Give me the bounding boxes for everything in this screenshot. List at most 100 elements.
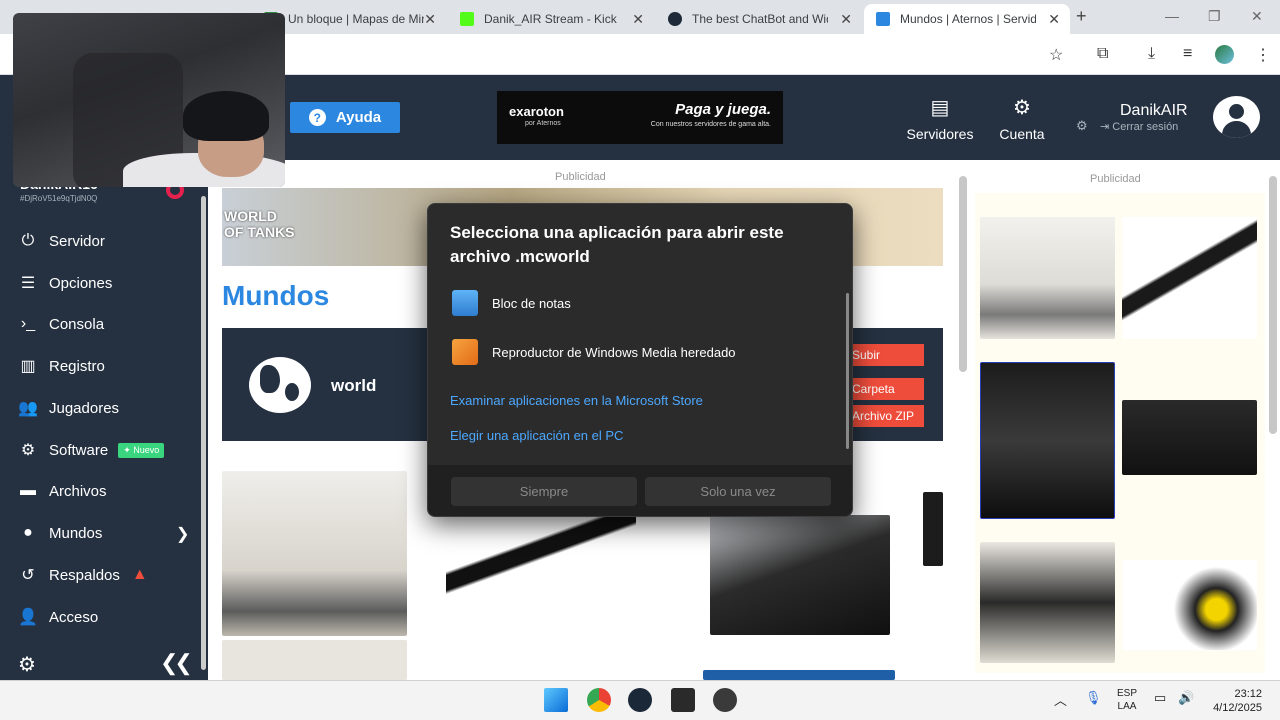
settings-gear-icon[interactable]: ⚙ — [1076, 118, 1088, 134]
sidebar-item-consola[interactable]: ›_ Consola — [18, 311, 104, 337]
tab-kick-stream[interactable]: Danik_AIR Stream - Kick ✕ — [448, 4, 654, 34]
sidebar-item-opciones[interactable]: ☰ Opciones — [18, 270, 113, 296]
app-option-label: Reproductor de Windows Media heredado — [492, 344, 736, 360]
tab-chatbot[interactable]: The best ChatBot and Widg ✕ — [656, 4, 862, 34]
zip-button[interactable]: Archivo ZIP — [852, 405, 924, 427]
nav-servers-label: Servidores — [906, 126, 974, 142]
ad-product-office-chair[interactable] — [980, 542, 1115, 663]
restore-icon[interactable]: ❐ — [1208, 8, 1221, 25]
microsoft-store-link[interactable]: Examinar aplicaciones en la Microsoft St… — [450, 393, 703, 408]
sidebar-item-servidor[interactable]: ⏻ Servidor — [18, 228, 105, 254]
sidebar-item-registro[interactable]: ▥ Registro — [18, 353, 105, 379]
browser-menu-icon[interactable]: ⋮ — [1255, 45, 1271, 65]
logout-link[interactable]: ⇥ Cerrar sesión — [1100, 120, 1178, 133]
ad-product-zowie-monitor[interactable] — [1122, 400, 1257, 475]
sidebar-item-label: Registro — [49, 357, 105, 375]
dialog-title: Selecciona una aplicación para abrir est… — [450, 223, 784, 266]
user-avatar[interactable] — [1213, 96, 1260, 138]
main-scrollbar[interactable] — [959, 176, 967, 372]
help-button[interactable]: ? Ayuda — [290, 102, 400, 133]
banner-brand-sub: por Aternos — [525, 120, 561, 127]
app-option-notepad[interactable]: Bloc de notas — [452, 289, 571, 317]
profile-avatar[interactable] — [1215, 45, 1234, 64]
ad-product-z-desk[interactable] — [1122, 217, 1257, 339]
servers-icon: ▤ — [930, 97, 950, 119]
network-icon[interactable]: ▭ — [1154, 690, 1166, 706]
dialog-scrollbar[interactable] — [846, 293, 849, 449]
new-badge-label: Nuevo — [133, 444, 160, 455]
minimize-icon[interactable]: — — [1165, 8, 1179, 24]
ad-product-edge[interactable] — [923, 492, 943, 566]
globe-icon: ● — [23, 524, 33, 541]
tab-close-icon[interactable]: ✕ — [840, 11, 852, 28]
sidebar-item-jugadores[interactable]: 👥 Jugadores — [18, 395, 119, 421]
power-icon: ⏻ — [21, 232, 35, 249]
software-icon: ⚙ — [20, 442, 36, 459]
new-tab-button[interactable]: + — [1076, 6, 1087, 27]
world-of-tanks-logo: WORLD OF TANKS — [224, 208, 295, 240]
sidebar-settings-gear-icon[interactable]: ⚙ — [18, 652, 36, 677]
steam-icon[interactable] — [628, 688, 652, 712]
always-button[interactable]: Siempre — [451, 477, 637, 506]
folder-button[interactable]: Carpeta — [852, 378, 924, 400]
sidebar-item-respaldos[interactable]: ↺ Respaldos ▲ — [18, 562, 147, 588]
ad-product-asus-gpu[interactable] — [980, 362, 1115, 519]
log-icon: ▥ — [20, 358, 36, 375]
sidebar-item-mundos[interactable]: ● Mundos — [18, 520, 102, 546]
ad-product-desk[interactable] — [222, 471, 407, 636]
language-indicator[interactable]: ESP LAA — [1117, 687, 1137, 713]
media-control-icon[interactable]: ≡ — [1183, 45, 1192, 63]
ad-product-monitor[interactable] — [703, 670, 895, 680]
chrome-icon[interactable] — [587, 688, 611, 712]
tab-close-icon[interactable]: ✕ — [632, 11, 644, 28]
epic-games-icon[interactable] — [671, 688, 695, 712]
upload-button[interactable]: Subir — [852, 344, 924, 366]
collapse-sidebar-icon[interactable]: ❮❮ — [160, 650, 193, 676]
help-button-label: Ayuda — [335, 109, 382, 126]
page-scrollbar[interactable] — [1269, 176, 1277, 434]
choose-app-link[interactable]: Elegir una aplicación en el PC — [450, 428, 623, 443]
sidebar-item-label: Mundos — [49, 524, 103, 542]
ad-product-earphones[interactable] — [1122, 560, 1257, 650]
just-once-button[interactable]: Solo una vez — [645, 477, 831, 506]
sidebar-item-label: Software — [49, 441, 109, 459]
sidebar-item-archivos[interactable]: ▬ Archivos — [18, 478, 107, 504]
tab-close-icon[interactable]: ✕ — [1048, 11, 1060, 28]
page-title: Mundos — [222, 280, 330, 311]
ad-label: Publicidad — [555, 171, 606, 183]
lang-top: ESP — [1117, 688, 1138, 699]
app-option-media-player[interactable]: Reproductor de Windows Media heredado — [452, 338, 736, 366]
chevron-right-icon[interactable]: ❯ — [176, 524, 189, 544]
tab-aternos-worlds[interactable]: Mundos | Aternos | Servido ✕ — [864, 4, 1070, 34]
sidebar-scrollbar[interactable] — [201, 196, 206, 670]
nav-account[interactable]: ⚙ Cuenta — [982, 95, 1062, 142]
kick-favicon-icon — [460, 12, 474, 26]
ad-product-desk-2[interactable] — [222, 640, 407, 680]
globe-land — [285, 383, 299, 401]
microphone-icon[interactable]: 🎙 — [1085, 690, 1102, 706]
ad-product-graphics-card[interactable] — [710, 515, 890, 635]
sidebar-item-label: Opciones — [49, 274, 113, 292]
ad-product-gaming-desk[interactable] — [446, 515, 636, 635]
tab-title: Mundos | Aternos | Servido — [900, 12, 1036, 26]
system-clock[interactable]: 23:12 4/12/2025 — [1206, 687, 1262, 715]
exaroton-ad-banner[interactable]: exaroton por Aternos Paga y juega. Con n… — [497, 91, 783, 144]
tab-close-icon[interactable]: ✕ — [424, 11, 436, 28]
extensions-icon[interactable]: ⧉ — [1097, 45, 1108, 63]
windows-start-icon[interactable] — [544, 688, 568, 712]
bookmark-star-icon[interactable]: ☆ — [1049, 45, 1063, 65]
account-icon: ⚙ — [1013, 97, 1031, 119]
volume-icon[interactable]: 🔊 — [1178, 690, 1194, 706]
ad-product-white-desk[interactable] — [980, 217, 1115, 339]
sidebar-item-software[interactable]: ⚙ Software ✦ Nuevo — [18, 437, 165, 463]
access-icon: 👤 — [18, 609, 38, 626]
obs-icon[interactable] — [713, 688, 737, 712]
just-once-button-label: Solo una vez — [700, 484, 776, 499]
sidebar-item-acceso[interactable]: 👤 Acceso — [18, 604, 98, 630]
close-window-icon[interactable]: ✕ — [1251, 8, 1263, 25]
nav-servers[interactable]: ▤ Servidores — [900, 95, 980, 142]
server-id: #DjRoV51e9qTjdN0Q — [20, 194, 98, 203]
tray-overflow-icon[interactable]: ︿ — [1054, 690, 1067, 709]
banner-slogan: Paga y juega. — [675, 101, 771, 118]
downloads-icon[interactable]: ⤓ — [1148, 45, 1155, 63]
